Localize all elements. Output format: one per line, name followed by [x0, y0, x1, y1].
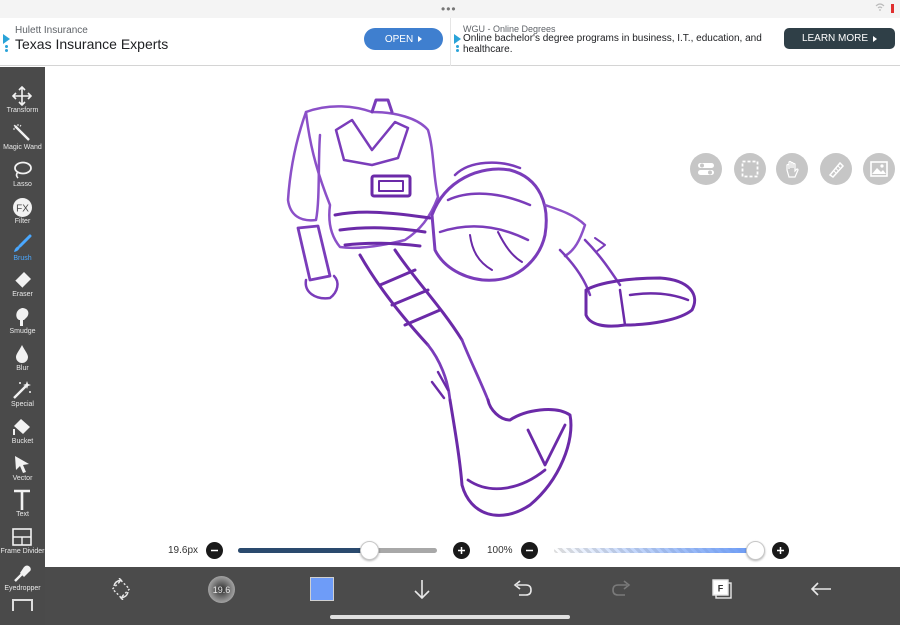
tool-label: Smudge [9, 328, 36, 335]
color-swatch[interactable] [310, 577, 334, 601]
status-indicators [875, 3, 894, 14]
svg-text:F: F [718, 584, 724, 594]
ad-open-label: OPEN [384, 33, 414, 45]
tool-label: Eraser [12, 291, 33, 298]
tool-label: Bucket [11, 438, 34, 445]
tool-brush[interactable]: Brush [0, 231, 45, 267]
tool-blur[interactable]: Blur [0, 341, 45, 377]
wifi-icon [875, 3, 885, 14]
ad-learn-more-button[interactable]: LEARN MORE [784, 28, 895, 49]
tool-label: Text [16, 511, 29, 518]
tool-label: Lasso [13, 181, 32, 188]
ad-banner: Hulett Insurance Texas Insurance Experts… [0, 18, 900, 66]
cursor-arrow-icon [11, 453, 33, 475]
fx-icon: FX [11, 196, 33, 218]
opacity-fill [554, 548, 755, 553]
drop-icon [11, 343, 33, 365]
tool-label: Vector [12, 475, 33, 482]
tool-transform[interactable]: Transform [0, 83, 45, 119]
tool-text[interactable]: Text [0, 487, 45, 523]
tool-lasso[interactable]: Lasso [0, 157, 45, 193]
eyedropper-icon [11, 563, 33, 585]
adchoices-icon[interactable] [454, 34, 462, 54]
ad-open-button[interactable]: OPEN [364, 28, 443, 50]
ad-description: Online bachelor's degree programs in bus… [463, 33, 762, 55]
tool-label: Blur [16, 365, 29, 372]
bottom-toolbar: 19.6 F [45, 567, 900, 625]
image-icon[interactable] [863, 153, 895, 185]
hand-icon[interactable] [776, 153, 808, 185]
sketch-drawing [286, 98, 697, 517]
caret-right-icon [873, 35, 878, 42]
sparkle-icon [11, 379, 33, 401]
tool-label: Magic Wand [3, 144, 42, 151]
opacity-plus-button[interactable] [772, 542, 789, 559]
bucket-icon [11, 416, 33, 438]
tool-eraser[interactable]: Eraser [0, 267, 45, 303]
tool-special[interactable]: Special [0, 377, 45, 413]
opacity-value: 100% [487, 545, 513, 556]
brush-preview-size: 19.6 [212, 585, 231, 595]
svg-text:FX: FX [16, 203, 29, 214]
move-arrows-icon [11, 85, 33, 107]
redo-icon[interactable] [609, 576, 635, 602]
opacity-minus-button[interactable] [521, 542, 538, 559]
tool-label: Filter [14, 218, 31, 225]
tool-bucket[interactable]: Bucket [0, 414, 45, 450]
opacity-knob[interactable] [745, 541, 765, 560]
tool-eyedropper[interactable]: Eyedropper [0, 561, 45, 597]
tool-label: Transform [6, 107, 39, 114]
rotate-icon[interactable] [108, 576, 134, 602]
tool-label: Frame Divider [0, 548, 45, 555]
battery-icon [891, 4, 894, 13]
toggle-icon[interactable] [690, 153, 722, 185]
ad-right[interactable]: WGU - Online Degrees Online bachelor's d… [450, 18, 900, 66]
tool-sidebar: Transform Magic Wand Lasso FX Filter Bru… [0, 67, 45, 625]
drawing-canvas[interactable] [45, 67, 900, 567]
tool-frame-divider[interactable]: Frame Divider [0, 524, 45, 560]
more-tools-icon[interactable] [12, 599, 33, 611]
size-minus-button[interactable] [206, 542, 223, 559]
brush-preview[interactable]: 19.6 [208, 576, 235, 603]
brush-size-knob[interactable] [359, 541, 379, 560]
adchoices-icon[interactable] [3, 34, 11, 54]
status-bar: ••• [0, 0, 900, 18]
size-plus-button[interactable] [453, 542, 470, 559]
ad-left[interactable]: Hulett Insurance Texas Insurance Experts… [0, 18, 450, 66]
tool-label: Eyedropper [4, 585, 41, 592]
back-arrow-icon[interactable] [808, 576, 834, 602]
undo-icon[interactable] [509, 576, 535, 602]
frame-divider-icon [11, 526, 33, 548]
home-indicator[interactable] [330, 615, 570, 619]
sketch-strokes [286, 98, 697, 517]
ruler-icon[interactable] [820, 153, 852, 185]
tool-smudge[interactable]: Smudge [0, 304, 45, 340]
lasso-icon [11, 159, 33, 181]
eraser-icon [11, 269, 33, 291]
tool-filter[interactable]: FX Filter [0, 194, 45, 230]
multitask-dots-icon[interactable]: ••• [441, 2, 457, 16]
tool-label: Brush [13, 255, 32, 262]
brush-size-fill [238, 548, 370, 553]
opacity-slider[interactable] [554, 548, 755, 553]
caret-right-icon [418, 36, 423, 42]
brush-size-value: 19.6px [168, 545, 199, 556]
smudge-icon [11, 306, 33, 328]
tool-magic-wand[interactable]: Magic Wand [0, 120, 45, 156]
layers-icon[interactable]: F [709, 576, 735, 602]
ad-sponsor: Hulett Insurance [15, 25, 88, 36]
tool-vector[interactable]: Vector [0, 451, 45, 487]
download-arrow-icon[interactable] [409, 576, 435, 602]
tool-label: Special [11, 401, 34, 408]
brush-icon [11, 233, 33, 255]
ad-learn-more-label: LEARN MORE [801, 33, 869, 44]
app-window: ••• Hulett Insurance Texas Insurance Exp… [0, 0, 900, 625]
selection-icon[interactable] [734, 153, 766, 185]
ad-headline: Texas Insurance Experts [15, 36, 169, 52]
brush-size-slider[interactable] [238, 548, 437, 553]
magic-wand-icon [11, 122, 33, 144]
text-t-icon [11, 489, 33, 511]
